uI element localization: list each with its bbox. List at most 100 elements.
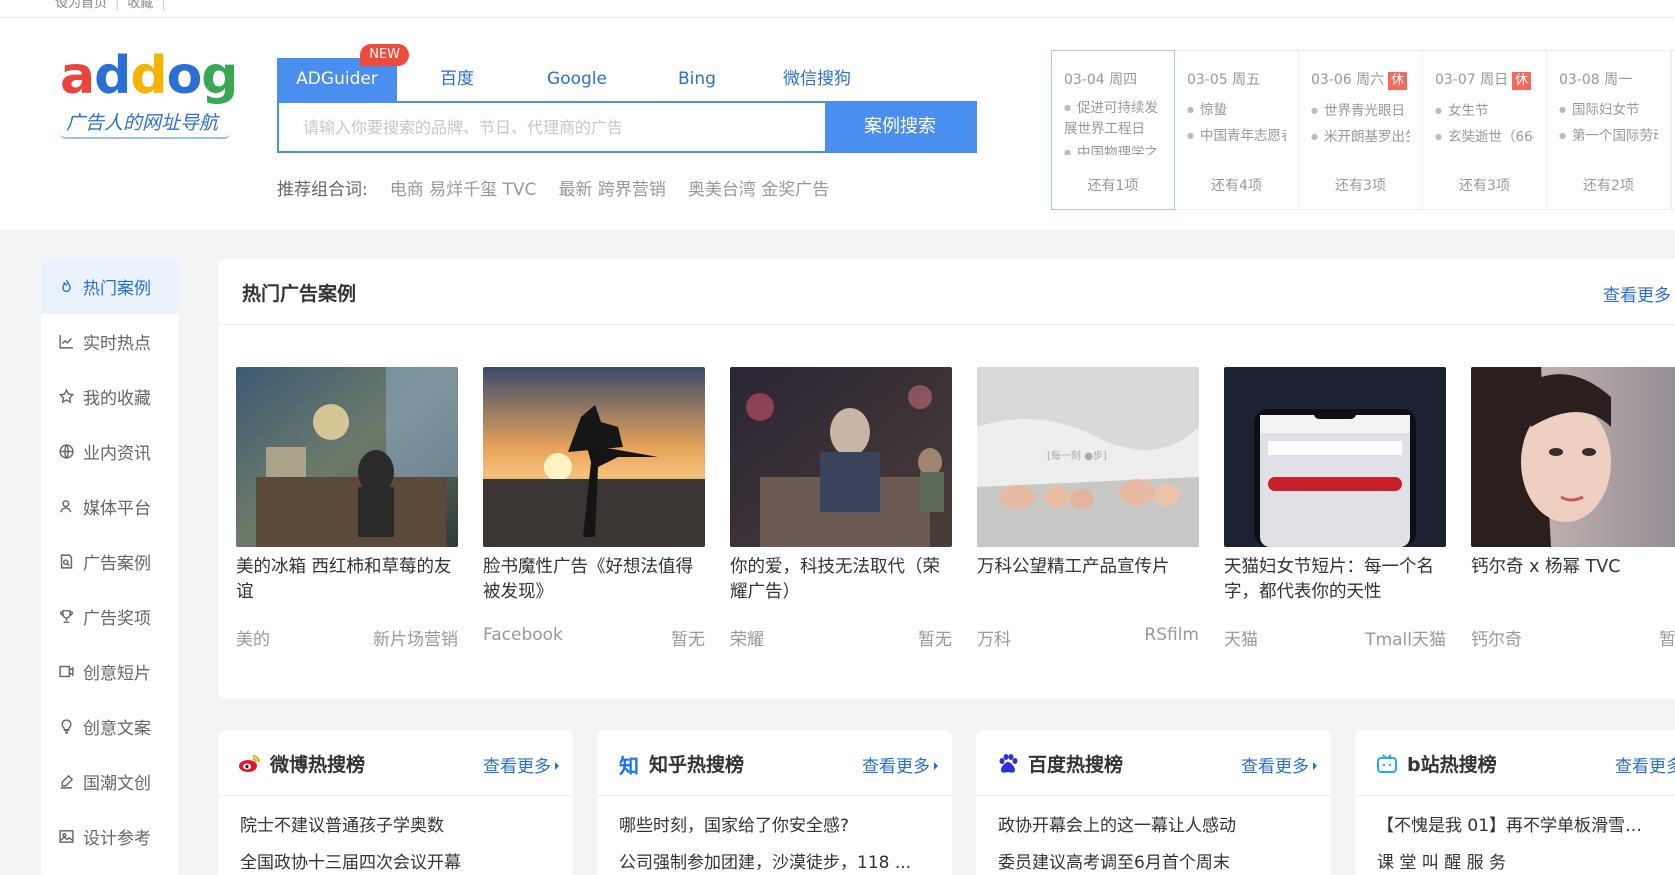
set-homepage-link[interactable]: 设为首页: [55, 0, 107, 11]
day-date: 03-05 周五: [1187, 72, 1261, 88]
case-thumbnail[interactable]: [1224, 367, 1446, 547]
pen-icon: [57, 773, 75, 791]
view-more-label: 查看更多: [483, 757, 551, 777]
view-more-label: 查看更多: [862, 757, 930, 777]
case-thumbnail[interactable]: [236, 367, 458, 547]
more-events-link[interactable]: 还有2项: [1547, 175, 1670, 195]
view-more-link[interactable]: 查看更多: [1603, 281, 1671, 306]
calendar-day[interactable]: [1671, 50, 1675, 210]
list-item[interactable]: 全国政协十三届四次会议开幕: [240, 845, 551, 875]
case-card[interactable]: [每一刻 ●步] 万科公望精工产品宣传片 万科 RSfilm: [977, 367, 1199, 650]
sidebar-item-media-platforms[interactable]: 媒体平台: [41, 479, 178, 534]
case-card[interactable]: 天猫妇女节短片：每一个名字，都代表你的天性 天猫 Tmall天猫: [1224, 367, 1446, 650]
sidebar-item-label: 热门案例: [83, 279, 151, 299]
case-brand[interactable]: 钙尔奇: [1471, 625, 1522, 650]
sidebar-item-ad-awards[interactable]: 广告奖项: [41, 589, 178, 644]
search-input[interactable]: [279, 103, 825, 151]
tab-weixin-sogou[interactable]: 微信搜狗: [757, 58, 877, 101]
calendar-day[interactable]: 03-06 周六休 世界青光眼日米开朗基罗出生（1475） 还有3项: [1299, 50, 1423, 210]
sidebar-item-hot-cases[interactable]: 热门案例: [41, 259, 178, 314]
case-search-button[interactable]: 案例搜索: [825, 103, 975, 151]
case-card[interactable]: 美的冰箱 西红柿和草莓的友谊 美的 新片场营销: [236, 367, 458, 650]
sidebar-item-copywriting[interactable]: 创意文案: [41, 699, 178, 754]
tab-google[interactable]: Google: [517, 58, 637, 101]
case-agency[interactable]: RSfilm: [1144, 625, 1199, 650]
calendar-day[interactable]: 03-08 周一 国际妇女节第一个国际劳动妇女节 还有2项: [1547, 50, 1671, 210]
tab-baidu[interactable]: 百度: [397, 58, 517, 101]
addog-logo[interactable]: addog 广告人的网址导航: [60, 46, 240, 166]
list-item[interactable]: 课 堂 叫 醒 服 务: [1377, 845, 1653, 875]
keyword-link[interactable]: 最新 跨界营销: [558, 180, 665, 200]
calendar-day[interactable]: 03-05 周五 惊蛰中国青年志愿者服务日 还有4项: [1175, 50, 1299, 210]
case-thumbnail[interactable]: [每一刻 ●步]: [977, 367, 1199, 547]
sidebar-item-trending[interactable]: 实时热点: [41, 314, 178, 369]
view-more-link[interactable]: 查看更多: [1615, 752, 1675, 777]
more-events-link[interactable]: 还有3项: [1299, 175, 1422, 195]
calendar-day[interactable]: 03-04 周四 促进可持续发展世界工程日中国物理学之 还有1项: [1051, 50, 1175, 210]
more-events-link[interactable]: 还有4项: [1175, 175, 1298, 195]
panel-title: 百度热搜榜: [1028, 754, 1124, 776]
tab-adguider[interactable]: ADGuider NEW: [277, 44, 409, 101]
keyword-link[interactable]: 电商 易烊千玺 TVC: [390, 180, 537, 200]
case-title[interactable]: 脸书魔性广告《好想法值得被发现》: [483, 555, 705, 605]
keyword-link[interactable]: 奥美台湾 金奖广告: [688, 180, 829, 200]
sidebar-item-guochao[interactable]: 国潮文创: [41, 754, 178, 809]
case-brand[interactable]: 荣耀: [730, 625, 764, 650]
calendar-day[interactable]: 03-07 周日休 女生节玄奘逝世（664） 还有3项: [1423, 50, 1547, 210]
view-more-link[interactable]: 查看更多: [1241, 752, 1317, 777]
sidebar-item-label: 媒体平台: [83, 499, 151, 519]
file-search-icon: [57, 553, 75, 571]
view-more-link[interactable]: 查看更多: [483, 752, 559, 777]
case-agency[interactable]: 暂无: [671, 625, 705, 650]
case-card[interactable]: 脸书魔性广告《好想法值得被发现》 Facebook 暂无: [483, 367, 705, 650]
case-title[interactable]: 钙尔奇 x 杨幂 TVC: [1471, 555, 1675, 605]
add-favorite-link[interactable]: 收藏: [127, 0, 153, 11]
case-brand[interactable]: 天猫: [1224, 625, 1258, 650]
case-thumbnail[interactable]: [730, 367, 952, 547]
event-item: 世界青光眼日: [1311, 98, 1410, 124]
case-agency[interactable]: 新片场营销: [373, 625, 458, 650]
case-card[interactable]: 你的爱，科技无法取代（荣耀广告） 荣耀 暂无: [730, 367, 952, 650]
case-title[interactable]: 你的爱，科技无法取代（荣耀广告）: [730, 555, 952, 605]
case-card[interactable]: 钙尔奇 x 杨幂 TVC 钙尔奇 暂无: [1471, 367, 1675, 650]
case-thumbnail[interactable]: [483, 367, 705, 547]
case-agency[interactable]: 暂无: [918, 625, 952, 650]
more-events-link[interactable]: 还有3项: [1423, 175, 1546, 195]
case-card-list: 美的冰箱 西红柿和草莓的友谊 美的 新片场营销 脸书魔性广告《好想法值得被发现》 …: [236, 367, 1675, 667]
user-icon: [57, 498, 75, 516]
list-item[interactable]: 政协开幕会上的这一幕让人感动: [998, 808, 1309, 845]
case-thumbnail[interactable]: [1471, 367, 1675, 547]
sidebar-item-design-reference[interactable]: 设计参考: [41, 809, 178, 864]
sidebar-item-ad-cases[interactable]: 广告案例: [41, 534, 178, 589]
panel-header: b站热搜榜 查看更多: [1355, 730, 1675, 796]
list-item[interactable]: 哪些时刻，国家给了你安全感?: [619, 808, 930, 845]
case-title[interactable]: 万科公望精工产品宣传片: [977, 555, 1199, 605]
section-header: 热门广告案例 查看更多: [218, 259, 1675, 325]
recommended-keywords: 推荐组合词: 电商 易烊千玺 TVC 最新 跨界营销 奥美台湾 金奖广告: [277, 175, 977, 200]
more-events-link[interactable]: 还有1项: [1052, 175, 1174, 195]
view-more-link[interactable]: 查看更多: [862, 752, 938, 777]
case-title[interactable]: 美的冰箱 西红柿和草莓的友谊: [236, 555, 458, 605]
case-meta: 万科 RSfilm: [977, 625, 1199, 650]
tab-bing[interactable]: Bing: [637, 58, 757, 101]
list-item[interactable]: 院士不建议普通孩子学奥数: [240, 808, 551, 845]
day-date: 03-04 周四: [1064, 72, 1138, 88]
sidebar-item-label: 广告奖项: [83, 609, 151, 629]
list-item[interactable]: 公司强制参加团建，沙漠徒步，118 ...: [619, 845, 930, 875]
sidebar-item-industry-news[interactable]: 业内资讯: [41, 424, 178, 479]
case-agency[interactable]: Tmall天猫: [1365, 625, 1446, 650]
sidebar-item-short-films[interactable]: 创意短片: [41, 644, 178, 699]
case-brand[interactable]: 美的: [236, 625, 270, 650]
case-brand[interactable]: Facebook: [483, 625, 563, 650]
list-item[interactable]: 【不愧是我 01】再不学单板滑雪，雪...: [1377, 808, 1653, 845]
event-item: 惊蛰: [1187, 97, 1286, 123]
sidebar-item-favorites[interactable]: 我的收藏: [41, 369, 178, 424]
case-agency[interactable]: 暂无: [1659, 625, 1675, 650]
search-engine-tabs: ADGuider NEW 百度 Google Bing 微信搜狗: [277, 44, 977, 101]
list-item[interactable]: 委员建议高考调至6月首个周末: [998, 845, 1309, 875]
flame-icon: [57, 278, 75, 296]
panel-header: 百度热搜榜 查看更多: [976, 730, 1331, 796]
sidebar-item-label: 广告案例: [83, 554, 151, 574]
case-title[interactable]: 天猫妇女节短片：每一个名字，都代表你的天性: [1224, 555, 1446, 605]
case-brand[interactable]: 万科: [977, 625, 1011, 650]
